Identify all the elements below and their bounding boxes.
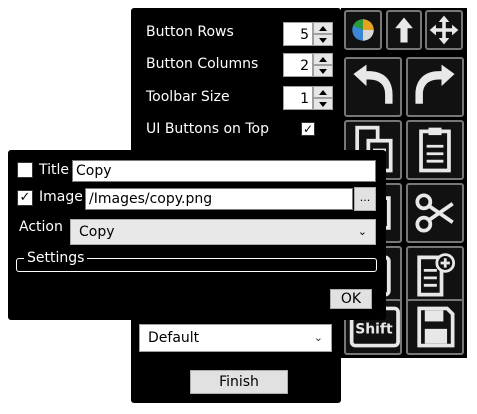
cut-button[interactable] [406,183,464,243]
button-columns-label: Button Columns [146,56,259,72]
shift-key-label: Shift [355,322,393,338]
button-columns-up-button[interactable] [313,53,333,65]
save-icon [417,306,455,348]
button-rows-value[interactable]: 5 [283,22,313,46]
image-label: Image [39,189,83,205]
move-icon [429,15,459,45]
up-triangle-icon [319,89,327,95]
action-dropdown-value: Copy [79,224,115,240]
button-rows-down-button[interactable] [313,34,333,46]
toolbar-size-spinner[interactable]: 1 [283,86,335,112]
ui-buttons-on-top-checkbox[interactable]: ✓ [301,122,315,136]
chevron-down-icon: ⌄ [313,331,323,344]
redo-button[interactable] [406,57,464,117]
down-triangle-icon [319,101,327,107]
up-arrow-button[interactable] [386,10,422,50]
theme-dropdown-value: Default [148,330,200,346]
pie-chart-icon [352,19,374,41]
button-columns-value[interactable]: 2 [283,53,313,77]
button-rows-label: Button Rows [146,24,234,40]
action-dropdown[interactable]: Copy ⌄ [70,219,376,245]
up-arrow-icon [395,17,413,43]
title-checkbox[interactable] [17,162,33,178]
new-document-button[interactable] [406,246,464,306]
title-input[interactable]: Copy [72,160,376,182]
move-button[interactable] [425,10,463,50]
image-checkbox[interactable]: ✓ [17,190,33,206]
save-button[interactable] [406,299,464,355]
toolbar-size-down-button[interactable] [313,98,333,110]
ui-buttons-on-top-label: UI Buttons on Top [146,121,269,137]
title-label: Title [39,162,70,178]
button-columns-spinner[interactable]: 2 [283,53,335,79]
toolbar-size-value[interactable]: 1 [283,86,313,110]
pie-chart-button[interactable] [344,10,382,50]
down-triangle-icon [319,37,327,43]
up-triangle-icon [319,25,327,31]
redo-icon [415,64,455,104]
toolbar-size-up-button[interactable] [313,86,333,98]
undo-icon [353,64,393,104]
undo-button[interactable] [344,57,402,117]
clipboard-button[interactable] [406,120,464,180]
finish-button[interactable]: Finish [190,370,288,394]
action-label: Action [19,219,63,235]
button-rows-spinner[interactable]: 5 [283,22,335,48]
clipboard-icon [419,127,451,173]
button-columns-down-button[interactable] [313,65,333,77]
chevron-down-icon: ⌄ [357,225,367,238]
settings-group-label: Settings [24,250,88,266]
theme-dropdown[interactable]: Default ⌄ [139,324,332,352]
button-editor-dialog: Title Copy ✓ Image /Images/copy.png ... … [8,150,386,320]
ok-button[interactable]: OK [330,289,372,309]
image-path-input[interactable]: /Images/copy.png [85,188,353,210]
button-rows-up-button[interactable] [313,22,333,34]
down-triangle-icon [319,68,327,74]
browse-button[interactable]: ... [354,187,376,211]
scissors-icon [415,193,454,233]
toolbar-size-label: Toolbar Size [146,89,230,105]
up-triangle-icon [319,56,327,62]
new-document-icon [417,253,456,297]
